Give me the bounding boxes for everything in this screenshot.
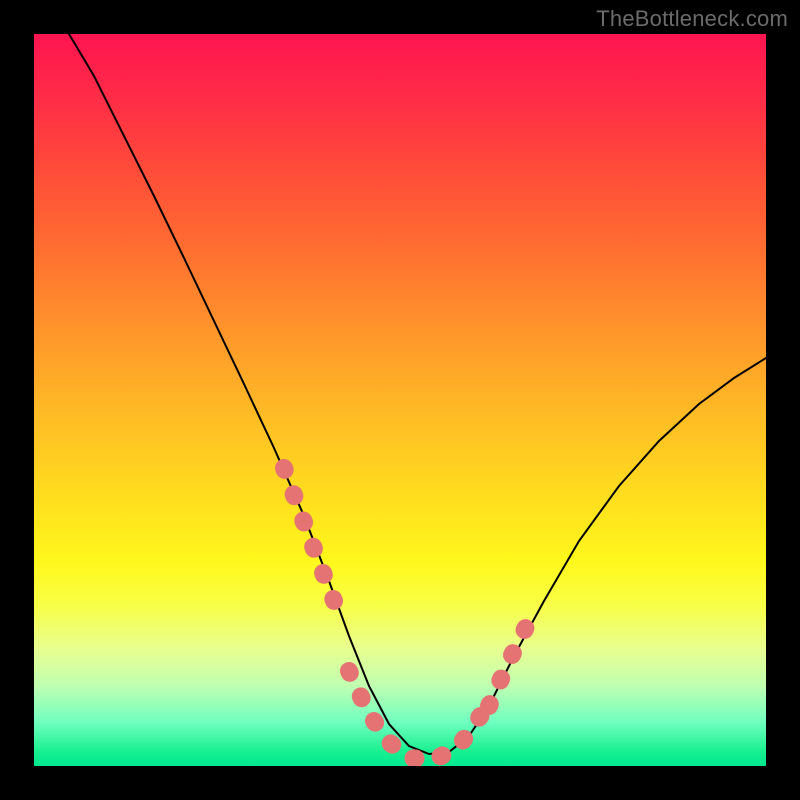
highlight-dots bbox=[284, 468, 529, 760]
bottleneck-curve bbox=[69, 34, 766, 754]
gradient-plot-area bbox=[34, 34, 766, 766]
curve-layer bbox=[34, 34, 766, 766]
chart-frame: TheBottleneck.com bbox=[0, 0, 800, 800]
highlight-segment bbox=[284, 468, 338, 611]
watermark-text: TheBottleneck.com bbox=[596, 6, 788, 32]
